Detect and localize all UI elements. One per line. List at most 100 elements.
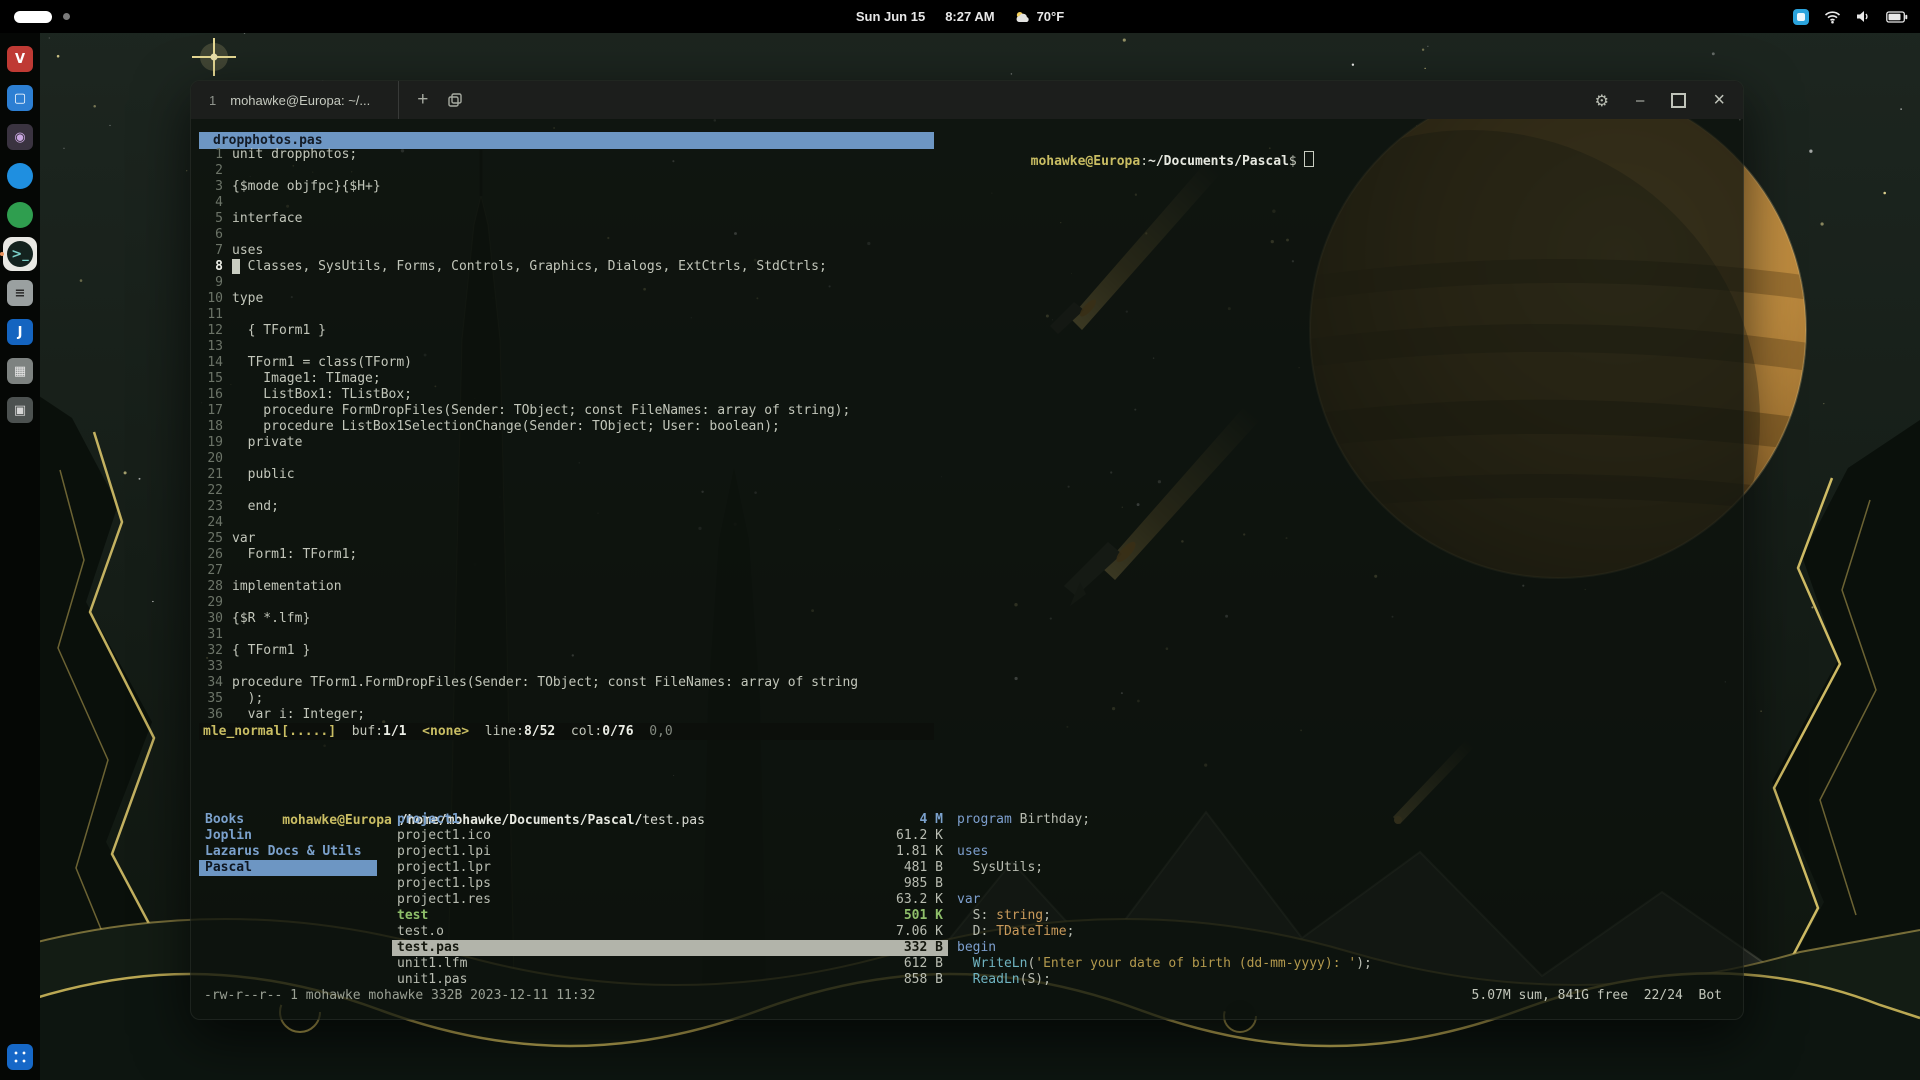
app-icon-shape: V [7,46,33,72]
dir-item[interactable]: Pascal [199,860,377,876]
wifi-icon[interactable] [1824,10,1841,24]
code-line[interactable]: 31 [199,627,934,643]
code-line[interactable]: 27 [199,563,934,579]
file-item[interactable]: test.o7.06 K [392,924,948,940]
dir-item[interactable]: Lazarus Docs & Utils [199,844,377,860]
file-size: 1.81 K [896,844,943,860]
file-item[interactable]: project1.lpr481 B [392,860,948,876]
window-titlebar[interactable]: 1 mohawke@Europa: ~/... + ⚙ – × [191,81,1743,119]
file-name: project1.lpi [397,844,491,860]
dir-item[interactable]: Joplin [199,828,377,844]
file-size: 7.06 K [896,924,943,940]
editor-code-area[interactable]: 1unit dropphotos;23{$mode objfpc}{$H+}45… [199,147,934,723]
code-line[interactable]: 14 TForm1 = class(TForm) [199,355,934,371]
code-line[interactable]: 1unit dropphotos; [199,147,934,163]
code-line[interactable]: 8 Classes, SysUtils, Forms, Controls, Gr… [199,259,934,275]
code-line[interactable]: 11 [199,307,934,323]
code-line[interactable]: 36 var i: Integer; [199,707,934,723]
duplicate-tab-button[interactable] [448,93,462,107]
code-line[interactable]: 33 [199,659,934,675]
file-item[interactable]: project1.res63.2 K [392,892,948,908]
file-item[interactable]: unit1.lfm612 B [392,956,948,972]
time-label: 8:27 AM [945,9,994,24]
status-icon-blue[interactable] [1793,9,1809,25]
system-tray [1793,0,1908,33]
settings-gear-button[interactable]: ⚙ [1595,91,1609,110]
code-line[interactable]: 5interface [199,211,934,227]
code-line[interactable]: 28implementation [199,579,934,595]
code-line[interactable]: 19 private [199,435,934,451]
token: D: [957,924,996,939]
code-line[interactable]: 12 { TForm1 } [199,323,934,339]
code-line[interactable]: 9 [199,275,934,291]
code-line[interactable]: 17 procedure FormDropFiles(Sender: TObje… [199,403,934,419]
token: program [957,812,1012,827]
code-line[interactable]: 13 [199,339,934,355]
code-line[interactable]: 24 [199,515,934,531]
code-line[interactable]: 7uses [199,243,934,259]
code-line[interactable]: 20 [199,451,934,467]
file-item[interactable]: project1.lpi 1.81 K [392,844,948,860]
code-line[interactable]: 3{$mode objfpc}{$H+} [199,179,934,195]
file-item[interactable]: test501 K [392,908,948,924]
show-apps-icon [7,1044,33,1070]
code-line[interactable]: 23 end; [199,499,934,515]
code-line[interactable]: 25var [199,531,934,547]
file-item[interactable]: test.pas332 B [392,940,948,956]
editor-cursor [232,259,240,274]
code-line[interactable]: 34procedure TForm1.FormDropFiles(Sender:… [199,675,934,691]
code-line[interactable]: 2 [199,163,934,179]
code-text: type [232,291,263,307]
desktop: Sun Jun 15 8:27 AM 70°F [0,0,1920,1080]
workspace-indicator-active[interactable] [14,11,52,23]
file-item[interactable]: unit1.pas858 B [392,972,948,988]
line-number: 25 [199,531,223,547]
code-line[interactable]: 10type [199,291,934,307]
red-browser-app-icon[interactable]: V [3,42,37,76]
workspace-indicator[interactable] [63,13,70,20]
code-line[interactable]: 30{$R *.lfm} [199,611,934,627]
code-text: private [232,435,302,451]
code-line[interactable]: 22 [199,483,934,499]
code-line[interactable]: 4 [199,195,934,211]
code-line[interactable]: 26 Form1: TForm1; [199,547,934,563]
code-line[interactable]: 21 public [199,467,934,483]
file-item[interactable]: project14 M [392,812,948,828]
dark-gray-app-icon[interactable]: ▣ [3,393,37,427]
preview-line [957,876,1372,892]
code-line[interactable]: 6 [199,227,934,243]
blue-sphere-app-icon[interactable] [3,159,37,193]
drive-app-icon[interactable]: ≡ [3,276,37,310]
terminal-tab[interactable]: mohawke@Europa: ~/... [230,81,399,119]
code-text: procedure TForm1.FormDropFiles(Sender: T… [232,675,858,691]
code-line[interactable]: 35 ); [199,691,934,707]
maximize-button[interactable] [1671,93,1686,108]
volume-icon[interactable] [1856,10,1871,23]
green-app-icon[interactable] [3,198,37,232]
clock-area[interactable]: Sun Jun 15 8:27 AM 70°F [856,0,1064,33]
fm-statusbar: -rw-r--r-- 1 mohawke mohawke 332B 2023-1… [204,988,1722,1004]
code-line[interactable]: 15 Image1: TImage; [199,371,934,387]
shell-pane[interactable]: mohawke@Europa:~/Documents/Pascal$ [968,135,1314,186]
code-line[interactable]: 18 procedure ListBox1SelectionChange(Sen… [199,419,934,435]
file-item[interactable]: project1.lps985 B [392,876,948,892]
gray-app-icon[interactable]: ▦ [3,354,37,388]
close-button[interactable]: × [1713,90,1725,110]
show-apps-button[interactable] [7,1044,33,1070]
dir-item[interactable]: Books [199,812,377,828]
terminal-app-icon[interactable]: >_ [3,237,37,271]
code-line[interactable]: 29 [199,595,934,611]
cloud-sun-icon [1015,10,1031,23]
line-number: 33 [199,659,223,675]
token: WriteLn [973,956,1028,971]
new-tab-button[interactable]: + [417,89,428,111]
code-line[interactable]: 16 ListBox1: TListBox; [199,387,934,403]
blue-square-app-icon[interactable]: ▢ [3,81,37,115]
line-number: 16 [199,387,223,403]
minimize-button[interactable]: – [1636,92,1644,109]
battery-icon[interactable] [1886,11,1908,23]
code-line[interactable]: 32{ TForm1 } [199,643,934,659]
dark-photo-app-icon[interactable]: ◉ [3,120,37,154]
file-item[interactable]: project1.ico61.2 K [392,828,948,844]
joplin-notes-app-icon[interactable]: J [3,315,37,349]
